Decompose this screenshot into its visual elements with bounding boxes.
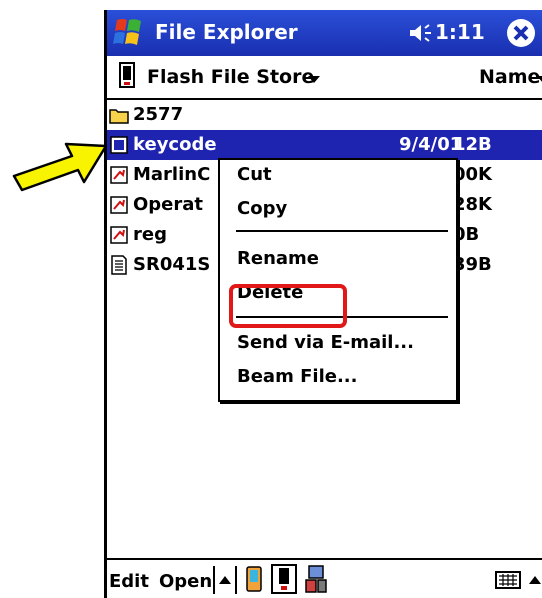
- network-icon[interactable]: [303, 564, 329, 594]
- keyboard-icon[interactable]: [495, 564, 521, 594]
- storage-card-icon: [119, 62, 135, 88]
- menu-item-copy[interactable]: Copy: [237, 198, 287, 219]
- close-icon[interactable]: [505, 17, 537, 49]
- clock[interactable]: 1:11: [435, 20, 485, 44]
- menu-item-beam-file[interactable]: Beam File...: [237, 366, 357, 387]
- sort-arrow-icon[interactable]: [537, 76, 542, 83]
- menu-item-cut[interactable]: Cut: [237, 164, 272, 185]
- file-size: 28K: [453, 194, 492, 215]
- location-bar: Flash File Store Name: [107, 56, 542, 100]
- file-name: reg: [133, 224, 167, 245]
- menu-item-send-via-email[interactable]: Send via E-mail...: [237, 332, 414, 353]
- pocket-pc-screen: File Explorer 1:11 Flash File Store Name…: [104, 10, 542, 598]
- document-icon: [111, 255, 127, 275]
- my-device-icon[interactable]: [243, 564, 265, 594]
- title-bar: File Explorer 1:11: [107, 10, 542, 56]
- file-size: 12B: [453, 134, 492, 155]
- file-icon: [110, 136, 128, 154]
- storage-card-icon[interactable]: [271, 564, 297, 594]
- edit-menu-button[interactable]: Edit: [109, 571, 149, 592]
- open-menu-button[interactable]: Open: [159, 571, 212, 592]
- windows-start-icon[interactable]: [111, 16, 147, 50]
- shortcut-icon: [110, 196, 128, 214]
- annotation-arrow: [12, 142, 108, 192]
- toolbar-divider: [213, 566, 215, 594]
- dropdown-arrow-icon[interactable]: [308, 76, 320, 83]
- up-folder-icon[interactable]: [219, 576, 231, 584]
- sort-dropdown[interactable]: Name: [479, 66, 540, 88]
- list-item-selected[interactable]: keycode 9/4/01 12B: [107, 130, 542, 160]
- file-name: SR041S: [133, 254, 211, 275]
- file-size: 00K: [453, 164, 492, 185]
- folder-dropdown[interactable]: Flash File Store: [147, 66, 314, 88]
- menu-separator: [236, 230, 448, 232]
- command-bar: Edit Open: [107, 558, 542, 598]
- toolbar-divider: [235, 566, 237, 594]
- menu-item-rename[interactable]: Rename: [237, 248, 319, 269]
- shortcut-icon: [110, 166, 128, 184]
- speaker-icon[interactable]: [407, 22, 435, 44]
- file-name: 2577: [133, 104, 184, 125]
- window-title: File Explorer: [155, 20, 298, 44]
- file-name: keycode: [133, 134, 217, 155]
- file-name: MarlinC: [133, 164, 211, 185]
- folder-icon: [109, 109, 129, 124]
- list-item[interactable]: 2577: [107, 100, 542, 130]
- file-name: Operat: [133, 194, 204, 215]
- shortcut-icon: [110, 226, 128, 244]
- context-menu: Cut Copy Rename Delete Send via E-mail..…: [218, 158, 458, 402]
- input-selector-arrow-icon[interactable]: [529, 576, 541, 584]
- file-size: 39B: [453, 254, 492, 275]
- delete-highlight-box: [229, 284, 347, 328]
